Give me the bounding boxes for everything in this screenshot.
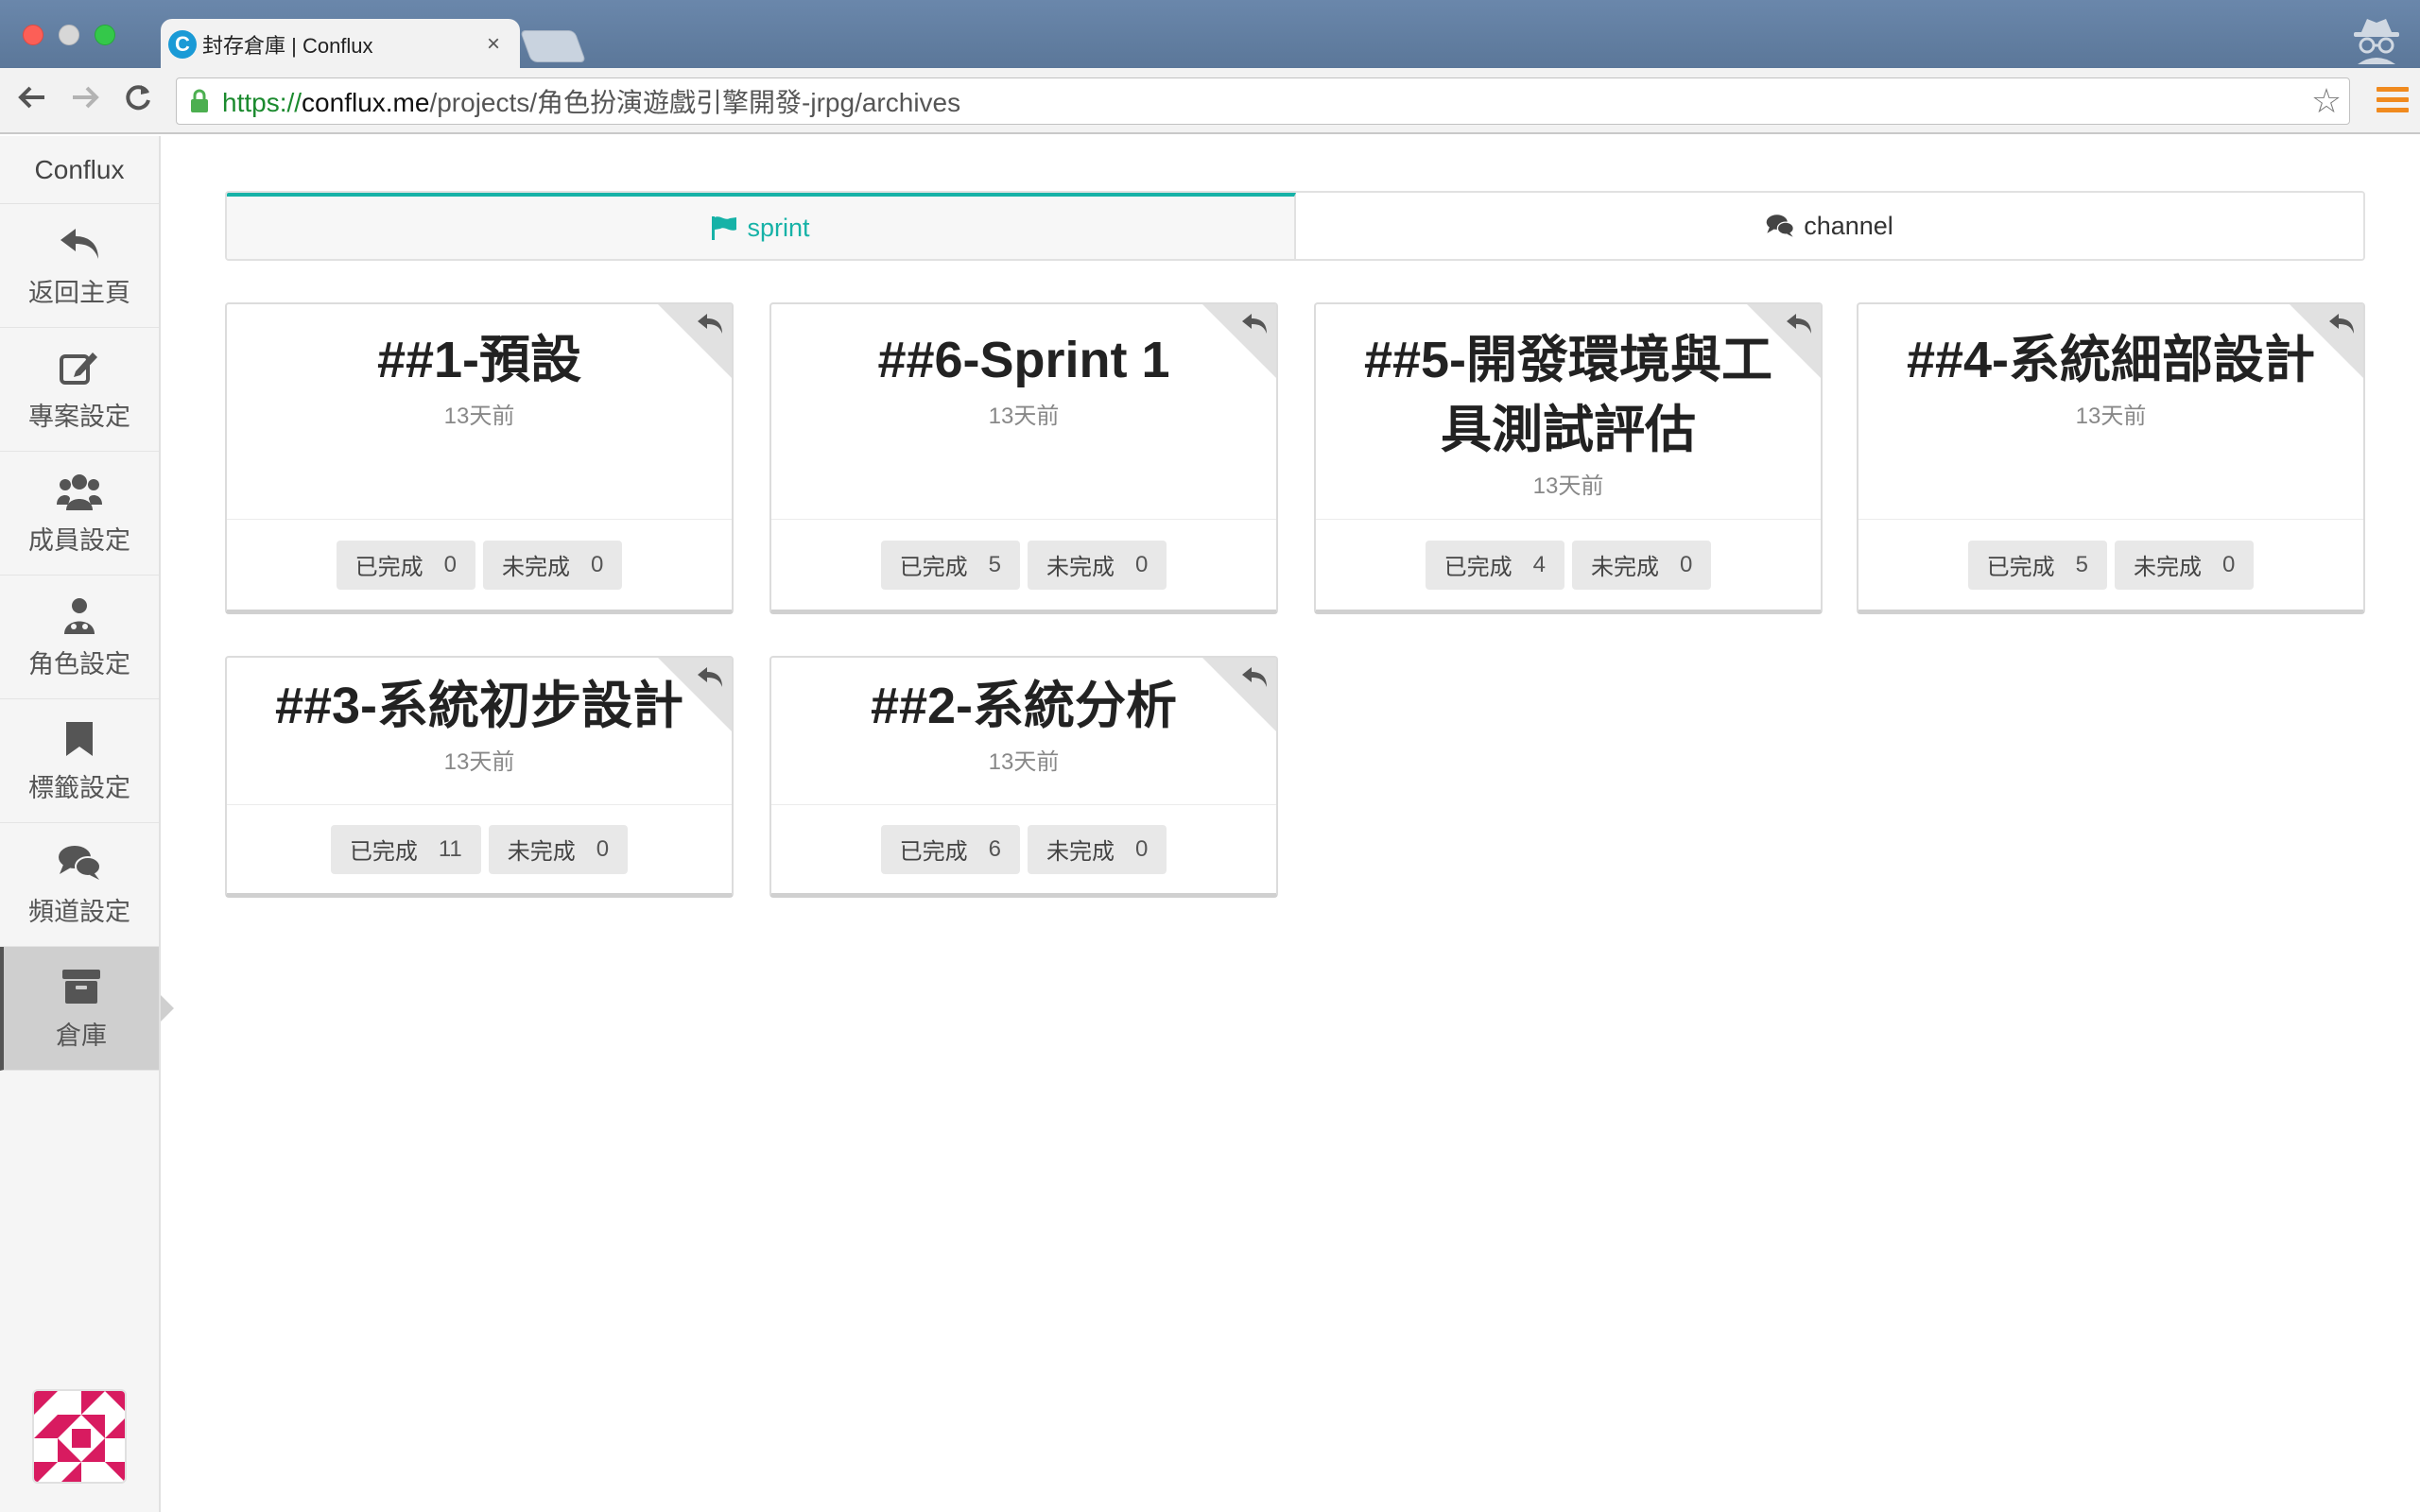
sprint-time: 13天前 <box>443 404 515 429</box>
incognito-icon <box>2354 19 2399 64</box>
bookmark-star-icon[interactable]: ☆ <box>2308 82 2345 120</box>
sidebar: Conflux 返回主頁 專案設定 成員設定 角色設定 標籤設定 頻道設定 倉庫 <box>0 136 174 1512</box>
archive-icon <box>59 966 104 1007</box>
sidebar-item-label: 倉庫 <box>56 1021 107 1050</box>
restore-icon[interactable] <box>2327 310 2356 336</box>
bookmark-icon <box>57 718 102 760</box>
sidebar-item-archive[interactable]: 倉庫 <box>0 947 174 1071</box>
main-content: sprint channel ##1-預設 13天前 已完成 0 未完成 0 ##6… <box>225 191 2365 964</box>
sprint-stats: 已完成 11 未完成 0 <box>227 804 732 893</box>
sprint-stats: 已完成 4 未完成 0 <box>1316 519 1821 610</box>
brand-logo[interactable]: Conflux <box>0 136 159 204</box>
reply-arrow-icon <box>57 223 102 265</box>
sprint-stats: 已完成 5 未完成 0 <box>771 519 1276 610</box>
zoom-window-button[interactable] <box>95 25 115 45</box>
address-bar[interactable]: https://conflux.me/projects/角色扮演遊戲引擎開發-j… <box>176 77 2350 125</box>
sprint-stats: 已完成 5 未完成 0 <box>1858 519 2363 610</box>
sprint-grid: ##1-預設 13天前 已完成 0 未完成 0 ##6-Sprint 1 13天前 … <box>225 302 2365 964</box>
todo-badge: 未完成 0 <box>488 824 629 874</box>
tab-title: 封存倉庫 | Conflux <box>202 34 373 58</box>
reload-icon <box>126 85 150 111</box>
close-window-button[interactable] <box>23 25 43 45</box>
restore-icon[interactable] <box>1785 310 1813 336</box>
arrow-left-icon <box>18 86 44 109</box>
minimize-window-button[interactable] <box>59 25 79 45</box>
browser-tab[interactable]: C 封存倉庫 | Conflux × <box>161 19 520 70</box>
sprint-card: ##1-預設 13天前 已完成 0 未完成 0 <box>225 302 734 614</box>
users-icon <box>57 471 102 512</box>
todo-badge: 未完成 0 <box>2115 540 2255 590</box>
sidebar-item-roles[interactable]: 角色設定 <box>0 576 159 699</box>
comments-icon <box>57 842 102 884</box>
sprint-stats: 已完成 6 未完成 0 <box>771 804 1276 893</box>
sprint-time: 13天前 <box>1532 473 1604 499</box>
avatar[interactable] <box>32 1389 127 1484</box>
comments-icon <box>1766 214 1795 238</box>
tab-label: sprint <box>747 213 810 242</box>
sprint-card: ##6-Sprint 1 13天前 已完成 5 未完成 0 <box>769 302 1278 614</box>
edit-icon <box>57 347 102 388</box>
sprint-card: ##5-開發環境與工具測試評估 13天前 已完成 4 未完成 0 <box>1314 302 1823 614</box>
sprint-name: ##1-預設 <box>376 332 582 388</box>
sidebar-item-project-settings[interactable]: 專案設定 <box>0 328 159 452</box>
lock-icon <box>191 89 208 112</box>
sprint-name: ##2-系統分析 <box>870 678 1178 734</box>
forward-button[interactable] <box>66 81 104 119</box>
done-badge: 已完成 11 <box>330 824 481 874</box>
done-badge: 已完成 6 <box>880 824 1020 874</box>
sidebar-item-label: 成員設定 <box>28 525 130 555</box>
sprint-time: 13天前 <box>988 749 1060 775</box>
sidebar-item-channels[interactable]: 頻道設定 <box>0 823 159 947</box>
reload-button[interactable] <box>119 81 157 119</box>
sidebar-item-label: 返回主頁 <box>28 278 130 307</box>
flag-icon <box>711 215 737 240</box>
sprint-name: ##4-系統細部設計 <box>1906 332 2316 388</box>
todo-badge: 未完成 0 <box>483 540 623 590</box>
tab-label: channel <box>1804 211 1893 240</box>
sidebar-item-label: 專案設定 <box>28 402 130 431</box>
sprint-name: ##6-Sprint 1 <box>877 332 1170 388</box>
sidebar-item-members[interactable]: 成員設定 <box>0 452 159 576</box>
user-role-icon <box>57 594 102 636</box>
url-text: https://conflux.me/projects/角色扮演遊戲引擎開發-j… <box>222 88 961 117</box>
back-button[interactable] <box>13 81 51 119</box>
done-badge: 已完成 4 <box>1425 540 1564 590</box>
sidebar-item-home[interactable]: 返回主頁 <box>0 204 159 328</box>
tab-sprint[interactable]: sprint <box>227 193 1296 259</box>
conflux-favicon-icon: C <box>168 30 197 59</box>
sprint-name: ##3-系統初步設計 <box>274 678 684 734</box>
done-badge: 已完成 5 <box>880 540 1020 590</box>
sprint-stats: 已完成 0 未完成 0 <box>227 519 732 610</box>
browser-titlebar: C 封存倉庫 | Conflux × <box>0 0 2420 70</box>
archive-tabs: sprint channel <box>225 191 2365 261</box>
restore-icon[interactable] <box>1240 663 1269 690</box>
arrow-right-icon <box>73 86 99 109</box>
sprint-card: ##3-系統初步設計 13天前 已完成 11 未完成 0 <box>225 656 734 898</box>
done-badge: 已完成 5 <box>1967 540 2107 590</box>
sidebar-item-label: 頻道設定 <box>28 897 130 926</box>
restore-icon[interactable] <box>1240 310 1269 336</box>
browser-toolbar: https://conflux.me/projects/角色扮演遊戲引擎開發-j… <box>0 68 2420 134</box>
sidebar-item-tags[interactable]: 標籤設定 <box>0 699 159 823</box>
sprint-card: ##4-系統細部設計 13天前 已完成 5 未完成 0 <box>1857 302 2365 614</box>
sprint-time: 13天前 <box>2075 404 2147 429</box>
new-tab-button[interactable] <box>519 30 587 62</box>
sprint-name: ##5-開發環境與工具測試評估 <box>1363 332 1773 458</box>
sidebar-item-label: 角色設定 <box>28 649 130 679</box>
sprint-card: ##2-系統分析 13天前 已完成 6 未完成 0 <box>769 656 1278 898</box>
tab-channel[interactable]: channel <box>1296 193 2363 259</box>
sprint-time: 13天前 <box>443 749 515 775</box>
sprint-time: 13天前 <box>988 404 1060 429</box>
todo-badge: 未完成 0 <box>1028 824 1167 874</box>
restore-icon[interactable] <box>696 310 724 336</box>
tab-close-button[interactable]: × <box>482 31 505 58</box>
restore-icon[interactable] <box>696 663 724 690</box>
sidebar-item-label: 標籤設定 <box>28 773 130 802</box>
todo-badge: 未完成 0 <box>1572 540 1712 590</box>
done-badge: 已完成 0 <box>336 540 475 590</box>
todo-badge: 未完成 0 <box>1028 540 1167 590</box>
browser-menu-button[interactable] <box>2377 87 2409 115</box>
